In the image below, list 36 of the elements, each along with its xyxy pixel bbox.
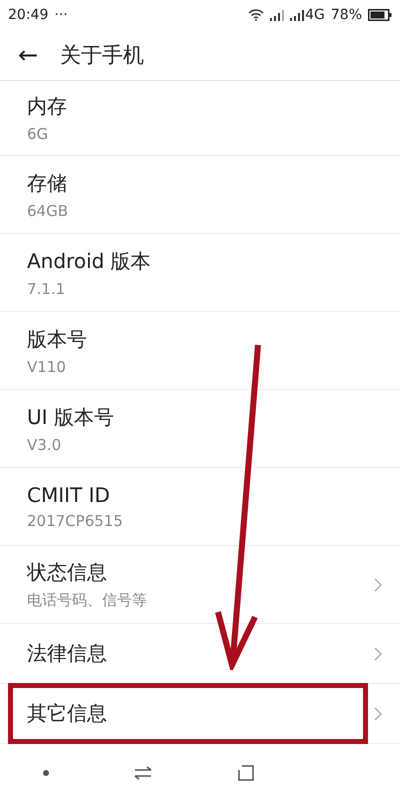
signal-icon bbox=[270, 10, 284, 20]
setting-item[interactable]: Android 版本 7.1.1 bbox=[0, 234, 400, 312]
setting-item[interactable]: UI 版本号 V3.0 bbox=[0, 390, 400, 468]
setting-title: 法律信息 bbox=[27, 640, 108, 667]
setting-value: 电话号码、信号等 bbox=[27, 591, 148, 610]
more-notifications-icon: ··· bbox=[54, 7, 68, 23]
setting-item[interactable]: 法律信息 bbox=[0, 624, 400, 684]
back-button[interactable]: ← bbox=[14, 41, 42, 69]
setting-title: 内存 bbox=[27, 93, 68, 120]
setting-item[interactable]: 存储 64GB bbox=[0, 156, 400, 234]
setting-value: V110 bbox=[27, 358, 67, 376]
signal-icon bbox=[290, 10, 304, 20]
setting-title: UI 版本号 bbox=[27, 404, 115, 430]
setting-value: 64GB bbox=[27, 202, 70, 220]
setting-title: Android 版本 bbox=[27, 248, 152, 274]
setting-value: 7.1.1 bbox=[27, 280, 66, 298]
wifi-icon bbox=[248, 9, 264, 21]
setting-item[interactable]: 状态信息 电话号码、信号等 bbox=[0, 546, 400, 624]
setting-title: 其它信息 bbox=[27, 700, 108, 727]
setting-title: CMIIT ID bbox=[27, 483, 111, 507]
setting-item[interactable]: 内存 6G bbox=[0, 81, 400, 156]
setting-value: 2017CP6515 bbox=[27, 512, 124, 530]
setting-item[interactable]: CMIIT ID 2017CP6515 bbox=[0, 468, 400, 546]
page-title: 关于手机 bbox=[60, 42, 144, 69]
setting-value: V3.0 bbox=[27, 436, 62, 454]
switch-arrows-icon[interactable] bbox=[134, 766, 152, 780]
setting-item[interactable]: 版本号 V110 bbox=[0, 312, 400, 390]
network-type: 4G bbox=[305, 7, 325, 23]
setting-value: 6G bbox=[27, 125, 50, 143]
battery-percent: 78% bbox=[330, 7, 362, 23]
status-time: 20:49 bbox=[8, 7, 48, 23]
setting-title: 版本号 bbox=[27, 326, 88, 352]
setting-title: 存储 bbox=[27, 170, 68, 196]
setting-title: 状态信息 bbox=[27, 559, 108, 586]
battery-icon bbox=[368, 9, 392, 21]
dot-icon[interactable] bbox=[42, 770, 49, 776]
